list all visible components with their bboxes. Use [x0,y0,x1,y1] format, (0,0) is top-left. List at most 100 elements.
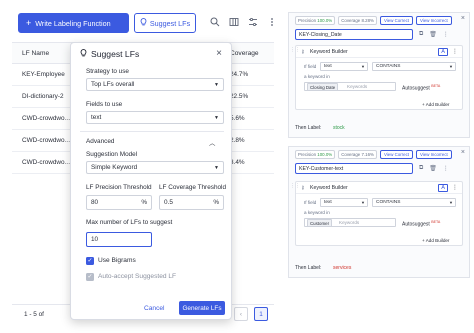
max-lfs-input[interactable]: 10 [86,232,152,247]
prev-page-button[interactable]: ‹ [234,307,248,321]
view-correct-button[interactable]: View Correct [379,16,413,25]
add-builder-button[interactable]: + Add Builder [422,238,449,243]
case-sensitive-icon[interactable]: A [438,48,448,56]
operator-select[interactable]: CONTAINS ▼ [372,62,456,71]
precision-threshold-value: 80 [91,199,99,206]
keyword-in-label: a keyword in [304,210,330,215]
chevron-up-icon[interactable]: ︿ [209,138,215,147]
add-builder-button[interactable]: + Add Builder [422,102,449,107]
fields-value: text [91,114,102,121]
more-vertical-icon[interactable]: ⋮ [452,184,458,192]
lf-metrics: Precision 100.0% Coverage 8.28% View Cor… [295,16,452,25]
trash-icon[interactable]: 🗑 [429,31,437,38]
lf-name-value: KEY-Closing_Date [299,31,342,38]
page-1-button[interactable]: 1 [254,307,268,321]
cancel-button[interactable]: Cancel [144,305,165,312]
lf-toolbar: + Write Labeling Function Suggest LFs [12,13,274,35]
coverage-badge: Coverage 7.16% [338,150,377,159]
copy-icon[interactable]: ⧉ [419,31,423,38]
copy-icon[interactable]: ⧉ [419,165,423,172]
model-label: Suggestion Model [86,151,138,158]
close-icon[interactable]: × [216,48,222,59]
more-vertical-icon[interactable]: ⋮ [443,31,449,38]
precision-threshold-input[interactable]: 80 % [86,195,152,210]
drag-handle-icon[interactable]: ⋮⋮ [290,183,300,189]
field-select[interactable]: text ▼ [320,62,368,71]
search-icon[interactable] [210,17,220,27]
suggest-lfs-button[interactable]: Suggest LFs [134,13,196,33]
key-icon: ⚷ [301,185,305,191]
suggest-lfs-modal: Suggest LFs × Strategy to use Top LFs ov… [70,42,232,320]
operator-select[interactable]: CONTAINS ▼ [372,198,456,207]
generate-lfs-button[interactable]: Generate LFs [179,301,225,315]
then-label-value[interactable]: services [333,265,351,271]
coverage-cell: 22.5% [230,93,249,100]
lf-actions: ⧉ 🗑 ⋮ [419,31,449,38]
keyword-chip[interactable]: Closing Date [307,83,339,91]
lf-name-input[interactable]: KEY-Closing_Date [295,29,413,40]
use-bigrams-label[interactable]: Use Bigrams [98,257,136,264]
keyword-chip[interactable]: Customer [307,219,333,227]
close-icon[interactable]: × [461,15,465,22]
caret-down-icon: ▼ [214,115,219,121]
auto-accept-checkbox[interactable]: ✓ [86,273,94,281]
max-lfs-label: Max number of LFs to suggest [86,219,173,226]
trash-icon[interactable]: 🗑 [429,165,437,172]
keyword-builder-title: Keyword Builder [310,49,348,55]
more-vertical-icon[interactable] [267,17,277,27]
fields-select[interactable]: text ▼ [86,111,224,124]
case-sensitive-icon[interactable]: A [438,184,448,192]
percent-unit: % [141,199,147,206]
more-vertical-icon[interactable]: ⋮ [443,165,449,172]
lf-name-value: KEY-Customer-text [299,165,344,172]
coverage-cell: 5.6% [230,115,245,122]
keyword-builder: ⚷ Keyword Builder A ⋮ If field text ▼ CON… [295,181,463,246]
caret-down-icon: ▼ [361,64,365,69]
modal-title: Suggest LFs [80,49,139,59]
column-header-coverage[interactable]: Coverage [230,50,259,57]
model-value: Simple Keyword [91,164,138,171]
autosuggest-button[interactable]: Autosuggest BETA [402,84,440,92]
advanced-toggle[interactable]: Advanced [86,138,114,145]
modal-title-text: Suggest LFs [91,49,140,59]
auto-accept-label[interactable]: Auto-accept Suggested LF [98,273,176,280]
more-vertical-icon[interactable]: ⋮ [452,48,458,56]
column-header-lf-name[interactable]: LF Name [22,50,49,57]
keyword-builder: ⚷ Keyword Builder A ⋮ If field text ▼ CON… [295,45,463,110]
then-label-value[interactable]: stock [333,125,345,131]
close-icon[interactable]: × [461,149,465,156]
keywords-input[interactable]: Customer Keywords [304,218,396,227]
precision-badge: Precision 100.0% [295,150,336,159]
caret-down-icon: ▼ [214,165,219,171]
field-select[interactable]: text ▼ [320,198,368,207]
strategy-select[interactable]: Top LFs overall ▼ [86,78,224,91]
precision-badge: Precision 100.0% [295,16,336,25]
keyword-builder-title: Keyword Builder [310,185,348,191]
drag-handle-icon[interactable]: ⋮⋮ [290,47,300,53]
lf-name-input[interactable]: KEY-Customer-text [295,163,413,174]
write-labeling-function-button[interactable]: + Write Labeling Function [18,13,129,33]
lf-panel-closing-date: Precision 100.0% Coverage 8.28% View Cor… [288,12,470,138]
columns-icon[interactable] [229,17,239,27]
lf-name-cell: CWD-crowdwo… [22,137,71,144]
view-incorrect-button[interactable]: View Incorrect [416,16,452,25]
use-bigrams-checkbox[interactable]: ✓ [86,257,94,265]
lightbulb-icon [140,18,147,28]
key-icon: ⚷ [301,49,305,55]
lf-metrics: Precision 100.0% Coverage 7.16% View Cor… [295,150,452,159]
keywords-input[interactable]: Closing Date Keywords [304,82,396,91]
lf-name-cell: DI-dictionary-2 [22,93,64,100]
caret-down-icon: ▼ [449,200,453,205]
if-field-label: If field [304,64,317,69]
write-labeling-function-label: Write Labeling Function [35,18,111,28]
autosuggest-button[interactable]: Autosuggest BETA [402,220,440,228]
keyword-in-label: a keyword in [304,74,330,79]
keyword-builder-header: ⚷ Keyword Builder A ⋮ [296,46,462,58]
field-value: text [324,200,332,205]
model-select[interactable]: Simple Keyword ▼ [86,161,224,174]
view-incorrect-button[interactable]: View Incorrect [416,150,452,159]
view-correct-button[interactable]: View Correct [379,150,413,159]
coverage-threshold-input[interactable]: 0.5 % [159,195,224,210]
filter-icon[interactable] [248,17,258,27]
divider [80,131,224,132]
